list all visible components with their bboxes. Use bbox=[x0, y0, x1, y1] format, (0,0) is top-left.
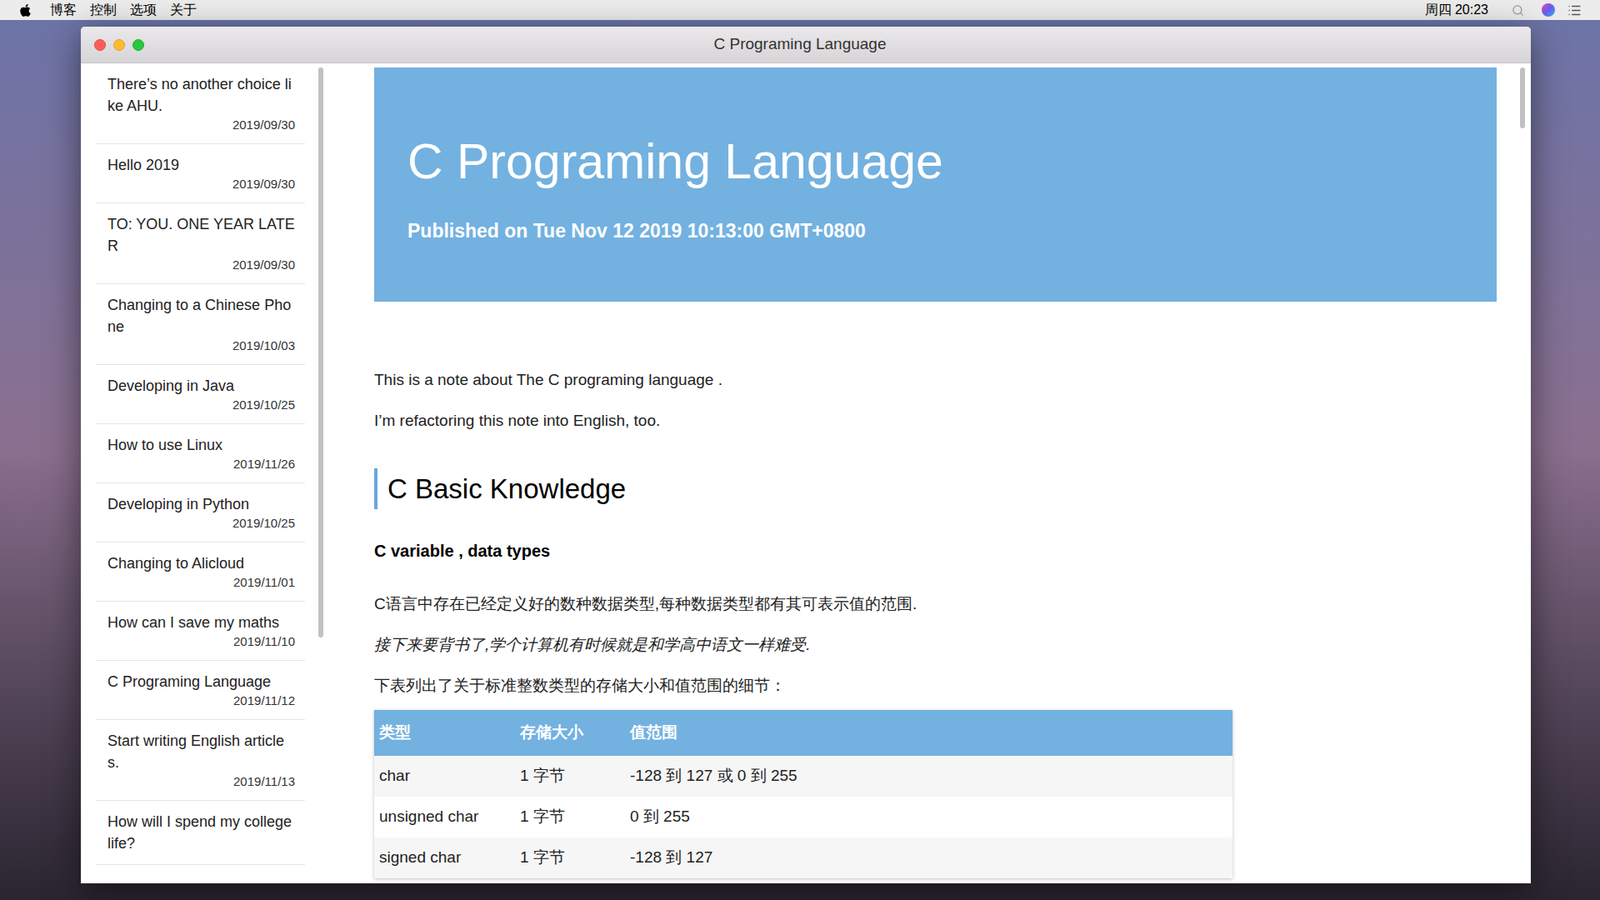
item-date: 2019/11/01 bbox=[233, 574, 295, 591]
app-window: C Programing Language There’s no another … bbox=[80, 26, 1531, 884]
window-title: C Programing Language bbox=[144, 32, 1531, 57]
item-date: 2019/09/30 bbox=[232, 116, 295, 134]
article-view: C Programing Language Published on Tue No… bbox=[325, 63, 1531, 884]
item-title: Developing in Python bbox=[107, 493, 295, 515]
table-cell: unsigned char bbox=[374, 796, 515, 838]
article-title: C Programing Language bbox=[407, 132, 1480, 191]
clock[interactable]: 周四 20:23 bbox=[1425, 0, 1489, 20]
table-row: signed char1 字节-128 到 127 bbox=[374, 837, 1233, 879]
item-date: 2019/11/26 bbox=[233, 455, 295, 473]
italic-paragraph: 接下来要背书了,学个计算机有时候就是和学高中语文一样难受. bbox=[374, 632, 1497, 657]
sidebar-item[interactable]: C Programing Language2019/11/12 bbox=[95, 660, 305, 720]
paragraph: C语言中存在已经定义好的数种数据类型,每种数据类型都有其可表示值的范围. bbox=[374, 591, 1497, 616]
article-header: C Programing Language Published on Tue No… bbox=[374, 67, 1497, 302]
published-date: Published on Tue Nov 12 2019 10:13:00 GM… bbox=[407, 219, 1480, 243]
sidebar-item[interactable]: Changing to Alicloud2019/11/01 bbox=[95, 542, 305, 602]
scrollbar-thumb[interactable] bbox=[1520, 67, 1525, 129]
table-header-row: 类型存储大小值范围 bbox=[374, 710, 1233, 756]
table-cell: char bbox=[374, 755, 515, 797]
menu-item[interactable]: 关于 bbox=[170, 0, 197, 20]
subsection-heading: C variable , data types bbox=[374, 539, 1497, 564]
paragraph: I’m refactoring this note into English, … bbox=[374, 408, 1497, 433]
item-title: Changing to a Chinese Phone bbox=[107, 294, 295, 338]
sidebar-item[interactable]: How to use Linux2019/11/26 bbox=[95, 424, 305, 484]
paragraph: 下表列出了关于标准整数类型的存储大小和值范围的细节： bbox=[374, 673, 1497, 698]
item-title: There’s no another choice like AHU. bbox=[107, 73, 295, 117]
item-title: TO: YOU. ONE YEAR LATER bbox=[107, 213, 295, 257]
sidebar-item[interactable]: Developing in Python2019/10/25 bbox=[95, 483, 305, 543]
menu-bar: 博客控制选项关于 周四 20:23 bbox=[0, 0, 1600, 20]
sidebar-item[interactable]: Developing in Java2019/10/25 bbox=[95, 365, 305, 425]
zoom-button[interactable] bbox=[132, 39, 145, 51]
item-title: How can I save my maths bbox=[107, 611, 295, 634]
sidebar-item[interactable]: There’s no another choice like AHU.2019/… bbox=[95, 63, 305, 145]
title-bar: C Programing Language bbox=[80, 26, 1531, 64]
sidebar-item[interactable]: TO: YOU. ONE YEAR LATER2019/09/30 bbox=[95, 203, 305, 285]
table-column-header: 类型 bbox=[374, 710, 515, 756]
siri-icon[interactable] bbox=[1540, 2, 1556, 18]
item-date: 2019/09/30 bbox=[232, 175, 295, 193]
article-list: There’s no another choice like AHU.2019/… bbox=[80, 63, 319, 884]
apple-logo-icon[interactable] bbox=[18, 3, 33, 18]
section-heading: C Basic Knowledge bbox=[374, 468, 1497, 510]
item-title: How will I spend my college life? bbox=[107, 810, 295, 855]
scrollbar-thumb[interactable] bbox=[318, 67, 324, 638]
notification-list-icon[interactable] bbox=[1567, 3, 1582, 18]
table-row: unsigned char1 字节0 到 255 bbox=[374, 796, 1233, 838]
table-cell: 1 字节 bbox=[515, 837, 625, 879]
item-date: 2019/11/12 bbox=[233, 692, 295, 710]
sidebar-item[interactable]: Changing to a Chinese Phone2019/10/03 bbox=[95, 284, 305, 365]
desktop: 博客控制选项关于 周四 20:23 C Programing Language The… bbox=[0, 0, 1600, 900]
item-date: 2019/10/25 bbox=[232, 396, 295, 414]
minimize-button[interactable] bbox=[113, 39, 125, 51]
table-column-header: 值范围 bbox=[625, 710, 1233, 756]
item-date: 2019/10/03 bbox=[232, 337, 295, 355]
table-row: char1 字节-128 到 127 或 0 到 255 bbox=[374, 755, 1233, 797]
item-title: Developing in Java bbox=[107, 375, 295, 397]
menu-item[interactable]: 博客 bbox=[50, 0, 77, 20]
item-title: Start writing English articles. bbox=[107, 730, 295, 774]
table-cell: -128 到 127 bbox=[625, 837, 1233, 879]
sidebar-item[interactable]: Hello 20192019/09/30 bbox=[95, 144, 305, 204]
close-button[interactable] bbox=[94, 39, 106, 51]
item-date: 2019/11/13 bbox=[233, 773, 295, 790]
item-title: C Programing Language bbox=[107, 670, 295, 693]
item-date: 2019/10/25 bbox=[232, 515, 295, 532]
paragraph: This is a note about The C programing la… bbox=[374, 367, 1497, 392]
table-cell: 0 到 255 bbox=[625, 796, 1233, 838]
item-date: 2019/09/30 bbox=[232, 256, 295, 274]
sidebar-scrollbar[interactable] bbox=[318, 63, 325, 884]
item-title: Hello 2019 bbox=[107, 154, 295, 176]
item-title: Changing to Alicloud bbox=[107, 552, 295, 575]
table-cell: 1 字节 bbox=[515, 755, 625, 797]
content-scrollbar[interactable] bbox=[1496, 63, 1531, 884]
sidebar-item[interactable]: How can I save my maths2019/11/10 bbox=[95, 601, 305, 661]
table-cell: 1 字节 bbox=[515, 796, 625, 838]
sidebar-item[interactable]: Start writing English articles.2019/11/1… bbox=[95, 720, 305, 801]
item-title: How to use Linux bbox=[107, 434, 295, 456]
table-cell: signed char bbox=[374, 837, 515, 879]
sidebar: There’s no another choice like AHU.2019/… bbox=[80, 63, 325, 884]
table-cell: -128 到 127 或 0 到 255 bbox=[625, 755, 1233, 797]
item-date: 2019/11/10 bbox=[233, 633, 295, 650]
table-column-header: 存储大小 bbox=[515, 710, 625, 756]
sidebar-item[interactable]: How will I spend my college life? bbox=[95, 800, 305, 865]
search-icon[interactable] bbox=[1511, 4, 1525, 17]
data-table: 类型存储大小值范围char1 字节-128 到 127 或 0 到 255uns… bbox=[374, 710, 1233, 879]
menu-item[interactable]: 控制 bbox=[90, 0, 117, 20]
menu-item[interactable]: 选项 bbox=[130, 0, 157, 20]
